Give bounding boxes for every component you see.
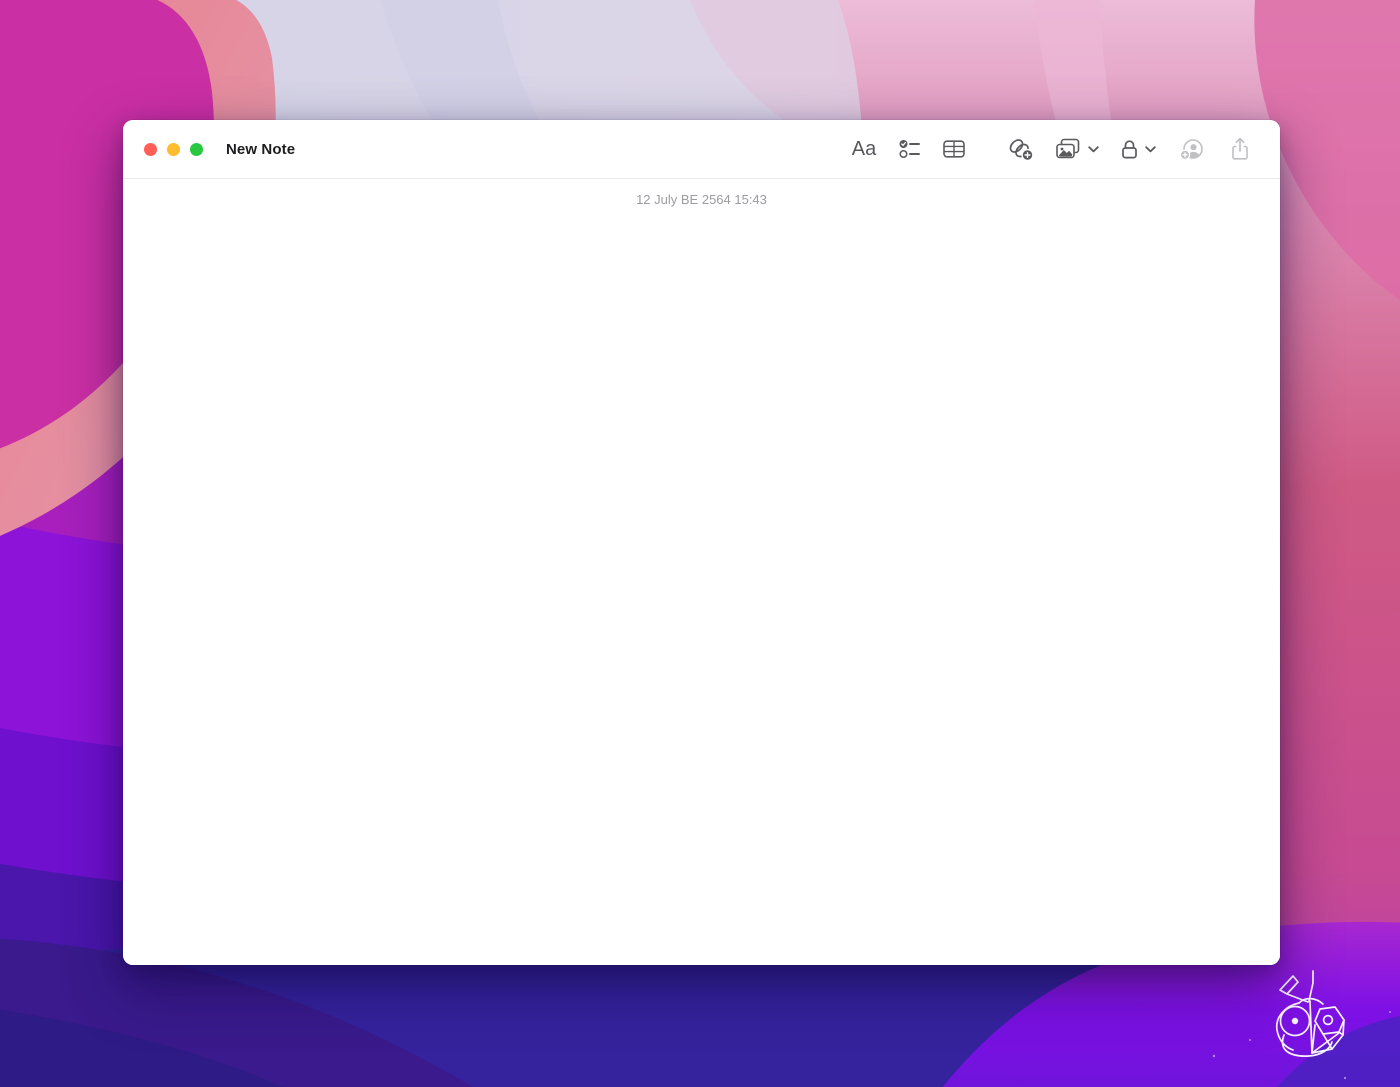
minimize-button[interactable] bbox=[167, 142, 180, 156]
format-aa-icon: Aa bbox=[851, 138, 877, 160]
collaborate-button[interactable] bbox=[1175, 133, 1207, 165]
table-icon bbox=[943, 139, 965, 159]
toolbar: Aa bbox=[848, 133, 1258, 165]
note-editor[interactable]: 12 July BE 2564 15:43 bbox=[123, 179, 1280, 965]
zoom-button[interactable] bbox=[190, 142, 203, 156]
titlebar: New Note Aa bbox=[123, 120, 1280, 179]
lock-button[interactable] bbox=[1118, 133, 1158, 165]
photos-icon bbox=[1055, 138, 1082, 160]
add-link-button[interactable] bbox=[1004, 133, 1036, 165]
add-person-icon bbox=[1179, 138, 1204, 161]
chevron-down-icon bbox=[1145, 145, 1156, 153]
media-button[interactable] bbox=[1053, 133, 1101, 165]
window-title: New Note bbox=[226, 140, 296, 158]
share-icon bbox=[1230, 137, 1250, 161]
format-button[interactable]: Aa bbox=[848, 133, 880, 165]
notes-window: New Note Aa 12 July BE 2564 15:43 bbox=[123, 120, 1280, 965]
share-button[interactable] bbox=[1224, 133, 1256, 165]
close-button[interactable] bbox=[144, 142, 157, 156]
add-link-icon bbox=[1007, 137, 1034, 161]
creature-doodle-watermark bbox=[1275, 970, 1345, 1057]
checklist-button[interactable] bbox=[893, 133, 925, 165]
window-controls bbox=[144, 142, 203, 156]
chevron-down-icon bbox=[1088, 145, 1099, 153]
note-date-line: 12 July BE 2564 15:43 bbox=[636, 192, 767, 207]
checklist-icon bbox=[898, 138, 921, 160]
table-button[interactable] bbox=[938, 133, 970, 165]
lock-icon bbox=[1120, 138, 1139, 160]
